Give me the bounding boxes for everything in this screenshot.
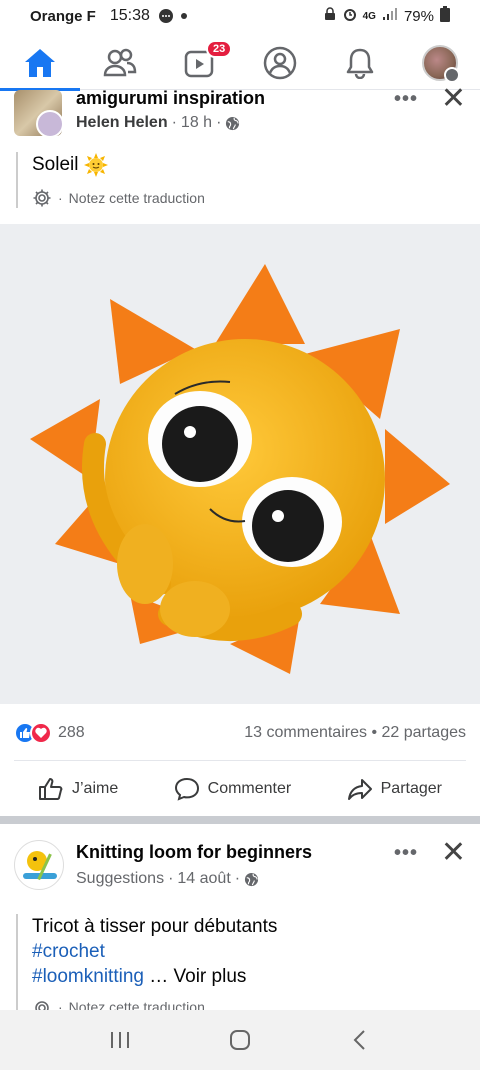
back-chevron-icon — [353, 1030, 365, 1050]
amigurumi-sun-image — [30, 264, 450, 674]
comment-count[interactable]: 13 commentaires — [244, 724, 367, 741]
feed-separator — [0, 816, 480, 824]
post-time[interactable]: 18 h — [181, 114, 212, 132]
translate-label: Notez cette traduction — [68, 190, 205, 206]
home-rounded-icon — [230, 1030, 250, 1050]
post2-time[interactable]: 14 août — [177, 870, 230, 888]
back-button[interactable] — [330, 1020, 390, 1060]
caption-text: Soleil — [32, 154, 79, 175]
like-button[interactable]: J’aime — [38, 777, 118, 801]
signal-icon — [382, 7, 398, 25]
comment-button[interactable]: Commenter — [174, 777, 292, 801]
comment-label: Commenter — [207, 779, 292, 797]
messenger-status-icon — [158, 8, 174, 24]
watch-badge: 23 — [206, 39, 233, 58]
share-icon — [347, 778, 372, 800]
more-options-icon[interactable]: ••• — [394, 842, 418, 865]
tab-home[interactable] — [0, 36, 80, 91]
status-bar: Orange F 15:38 4G 79% — [0, 0, 480, 32]
author-avatar — [36, 110, 62, 136]
post-header: amigurumi inspiration Helen Helen · 18 h… — [14, 84, 466, 138]
system-navigation-bar — [0, 1010, 480, 1070]
friends-icon — [103, 48, 137, 76]
network-type: 4G — [362, 10, 376, 22]
gear-icon — [33, 189, 51, 207]
suggested-meta: Suggestions · 14 août · — [76, 870, 259, 888]
page-avatar[interactable] — [14, 840, 64, 890]
recent-apps-button[interactable] — [90, 1020, 150, 1060]
love-reaction-icon — [30, 722, 52, 744]
caption2-text: Tricot à tisser pour débutants — [32, 916, 278, 937]
battery-level: 79% — [403, 7, 434, 25]
sun-emoji — [84, 153, 109, 177]
battery-icon — [440, 6, 450, 26]
group-name[interactable]: amigurumi inspiration — [76, 88, 265, 109]
like-label: J’aime — [72, 779, 119, 797]
globe-icon — [245, 872, 259, 886]
lock-status-icon — [323, 7, 337, 25]
close-icon[interactable]: ✕ — [441, 838, 466, 868]
share-button[interactable]: Partager — [347, 777, 442, 801]
profile-icon — [263, 46, 297, 79]
suggestions-label: Suggestions — [76, 870, 165, 887]
menu-lines-icon — [444, 66, 460, 83]
reaction-summary[interactable]: 288 13 commentaires • 22 partages — [14, 720, 466, 746]
close-icon[interactable]: ✕ — [441, 84, 466, 114]
alarm-status-icon — [343, 7, 357, 25]
tab-notifications[interactable] — [320, 36, 400, 90]
hashtag-loomknitting[interactable]: #loomknitting — [32, 966, 144, 987]
carrier-name: Orange F — [30, 7, 96, 25]
post-photo[interactable] — [0, 224, 480, 704]
share-count[interactable]: 22 partages — [381, 724, 466, 741]
tab-friends[interactable] — [80, 36, 160, 90]
globe-icon — [226, 116, 240, 130]
tab-profile[interactable] — [240, 36, 320, 90]
home-icon — [25, 48, 55, 77]
tab-watch[interactable]: 23 — [160, 36, 240, 90]
bell-icon — [346, 48, 374, 79]
page-name[interactable]: Knitting loom for beginners — [76, 842, 312, 863]
home-button[interactable] — [210, 1020, 270, 1060]
see-more-link[interactable]: … Voir plus — [149, 966, 246, 987]
clock: 15:38 — [109, 7, 150, 24]
post-actions: J’aime Commenter Partager — [14, 760, 466, 816]
author-name[interactable]: Helen Helen — [76, 114, 168, 132]
group-avatar[interactable] — [14, 90, 62, 136]
dot-status-icon — [180, 12, 188, 20]
translation-rating[interactable]: · Notez cette traduction — [32, 188, 456, 208]
suggested-caption: Tricot à tisser pour débutants #crochet … — [16, 914, 456, 1012]
reaction-count: 288 — [58, 724, 85, 741]
tab-menu[interactable] — [400, 36, 480, 90]
thumbs-up-icon — [39, 777, 63, 800]
hashtag-crochet[interactable]: #crochet — [32, 939, 456, 964]
avatar-menu-icon — [422, 44, 460, 83]
post-meta: Helen Helen · 18 h · — [76, 114, 240, 132]
more-options-icon[interactable]: ••• — [394, 88, 418, 111]
comment-icon — [174, 777, 199, 801]
top-navigation: 23 — [0, 36, 480, 91]
share-label: Partager — [380, 779, 442, 797]
suggested-post-header: Knitting loom for beginners Suggestions … — [14, 838, 466, 894]
recents-icon — [111, 1032, 129, 1048]
post-caption: Soleil · Notez cette traduction — [16, 152, 456, 208]
